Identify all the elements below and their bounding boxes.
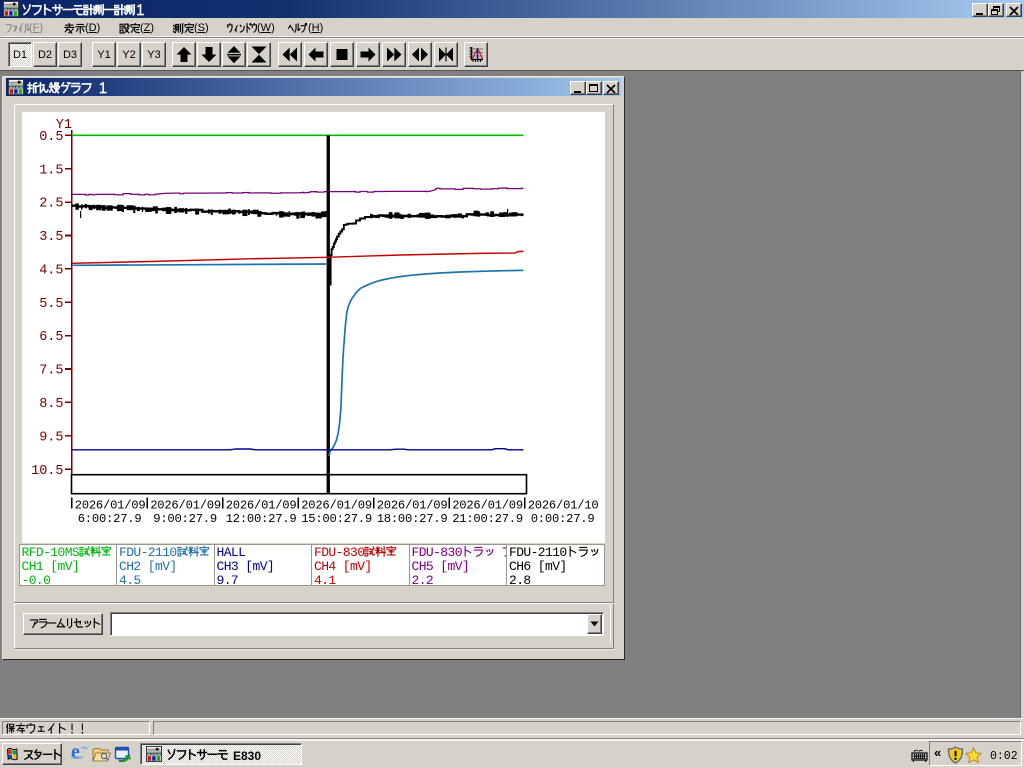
svg-text:1.5: 1.5 — [39, 163, 63, 178]
svg-text:6.5: 6.5 — [39, 330, 63, 345]
svg-text:6:00:27.9: 6:00:27.9 — [78, 512, 142, 526]
svg-text:15:00:27.9: 15:00:27.9 — [301, 512, 372, 526]
svg-text:5.5: 5.5 — [39, 297, 63, 312]
svg-text:2026/01/09: 2026/01/09 — [301, 499, 372, 513]
svg-text:Y1: Y1 — [56, 118, 72, 133]
svg-text:2.5: 2.5 — [39, 197, 63, 212]
svg-text:2026/01/09: 2026/01/09 — [150, 499, 221, 513]
svg-text:10.5: 10.5 — [31, 464, 63, 479]
svg-text:8.5: 8.5 — [39, 397, 63, 412]
svg-text:12:00:27.9: 12:00:27.9 — [226, 512, 297, 526]
svg-text:4.5: 4.5 — [39, 264, 63, 279]
svg-text:3.5: 3.5 — [39, 230, 63, 245]
svg-text:2026/01/09: 2026/01/09 — [226, 499, 297, 513]
svg-text:9.5: 9.5 — [39, 430, 63, 445]
svg-text:0:00:27.9: 0:00:27.9 — [531, 512, 595, 526]
svg-text:2026/01/09: 2026/01/09 — [452, 499, 523, 513]
svg-text:18:00:27.9: 18:00:27.9 — [377, 512, 448, 526]
svg-text:9:00:27.9: 9:00:27.9 — [153, 512, 217, 526]
svg-text:2026/01/09: 2026/01/09 — [377, 499, 448, 513]
svg-text:7.5: 7.5 — [39, 364, 63, 379]
svg-text:2026/01/10: 2026/01/10 — [528, 499, 599, 513]
svg-text:21:00:27.9: 21:00:27.9 — [452, 512, 523, 526]
svg-text:2026/01/09: 2026/01/09 — [75, 499, 146, 513]
